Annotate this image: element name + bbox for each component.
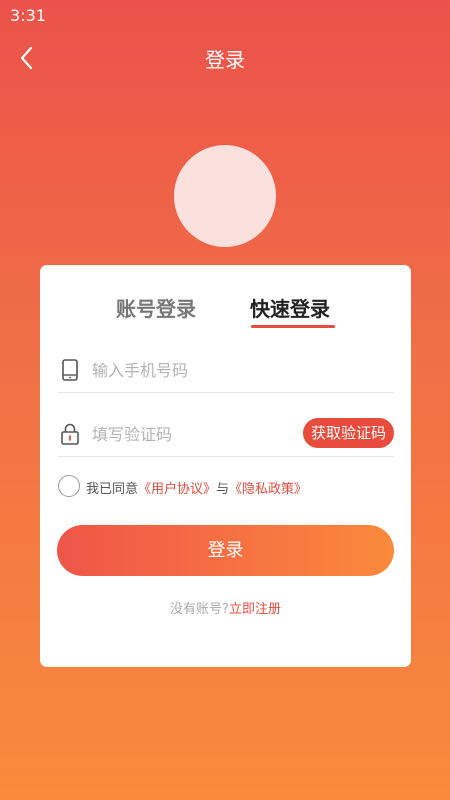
lock-icon [61, 423, 79, 445]
agree-checkbox[interactable] [58, 475, 80, 497]
get-code-button[interactable]: 获取验证码 [302, 418, 394, 448]
agreement-prefix: 我已同意 [86, 482, 139, 497]
page-title: 登录 [205, 48, 245, 72]
status-bar: 3:31 [0, 0, 450, 30]
login-button[interactable]: 登录 [57, 525, 394, 576]
register-link[interactable]: 立即注册 [229, 602, 281, 617]
active-tab-indicator [251, 325, 335, 328]
avatar [174, 145, 276, 247]
privacy-policy-link[interactable]: 《隐私政策》 [229, 482, 307, 497]
agreement-conjunction: 与 [216, 482, 230, 497]
register-row: 没有账号?立即注册 [40, 598, 411, 617]
user-agreement-link[interactable]: 《用户协议》 [138, 482, 216, 497]
phone-field [58, 347, 394, 393]
code-input[interactable] [92, 419, 292, 449]
login-card: 账号登录 快速登录 获取验证码 我已同意《用户协议》与《隐私政策》 登录 没有账… [40, 265, 411, 667]
status-time: 3:31 [10, 6, 46, 25]
tab-quick-login[interactable]: 快速登录 [250, 293, 330, 322]
code-field: 获取验证码 [58, 411, 394, 457]
nav-bar: 登录 [0, 36, 450, 80]
register-prompt: 没有账号? [170, 602, 229, 617]
tab-account-login[interactable]: 账号登录 [116, 293, 196, 322]
agreement-text: 我已同意《用户协议》与《隐私政策》 [86, 478, 307, 497]
phone-icon [62, 359, 78, 381]
phone-input[interactable] [92, 355, 292, 385]
